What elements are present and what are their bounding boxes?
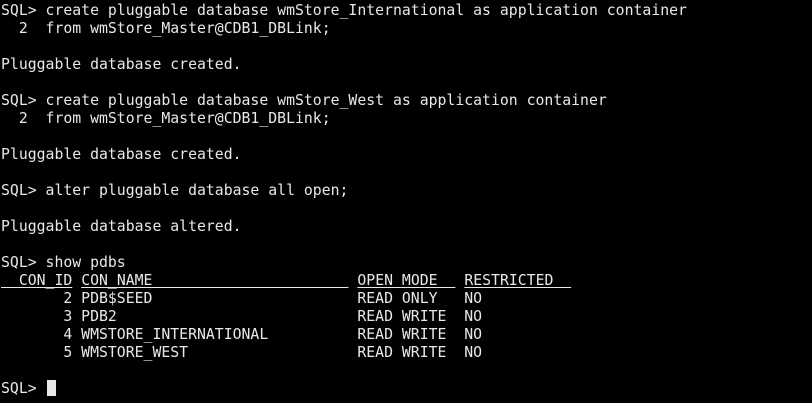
output-line: Pluggable database created. [1,146,242,163]
column-header-open-mode: OPEN MODE [357,272,456,289]
output-line: 2 from wmStore_Master@CDB1_DBLink; [1,110,331,127]
table-row: 3 PDB2 READ WRITE NO [1,308,483,325]
terminal-output: SQL> create pluggable database wmStore_I… [1,2,812,272]
table-row: 5 WMSTORE_WEST READ WRITE NO [1,344,483,361]
output-line: SQL> create pluggable database wmStore_W… [1,92,607,109]
table-row: 4 WMSTORE_INTERNATIONAL READ WRITE NO [1,326,483,343]
terminal-cursor[interactable] [46,380,56,396]
output-line: Pluggable database altered. [1,218,242,235]
pdbs-table-header: CON_ID CON_NAME OPEN MODE RESTRICTED [1,272,812,290]
column-header-con-id: CON_ID [1,272,73,289]
column-header-restricted: RESTRICTED [464,272,572,289]
output-line: SQL> alter pluggable database all open; [1,182,349,199]
pdbs-table: CON_ID CON_NAME OPEN MODE RESTRICTED 2 P… [1,272,812,362]
output-line: SQL> show pdbs [1,254,126,271]
output-line: 2 from wmStore_Master@CDB1_DBLink; [1,20,331,37]
output-line: SQL> create pluggable database wmStore_I… [1,2,687,19]
prompt-line[interactable]: SQL> [1,380,812,398]
table-row: 2 PDB$SEED READ ONLY NO [1,290,483,307]
sql-prompt: SQL> [1,380,46,397]
column-header-con-name: CON_NAME [81,272,349,289]
terminal-window[interactable]: SQL> create pluggable database wmStore_I… [0,0,812,403]
output-line: Pluggable database created. [1,56,242,73]
